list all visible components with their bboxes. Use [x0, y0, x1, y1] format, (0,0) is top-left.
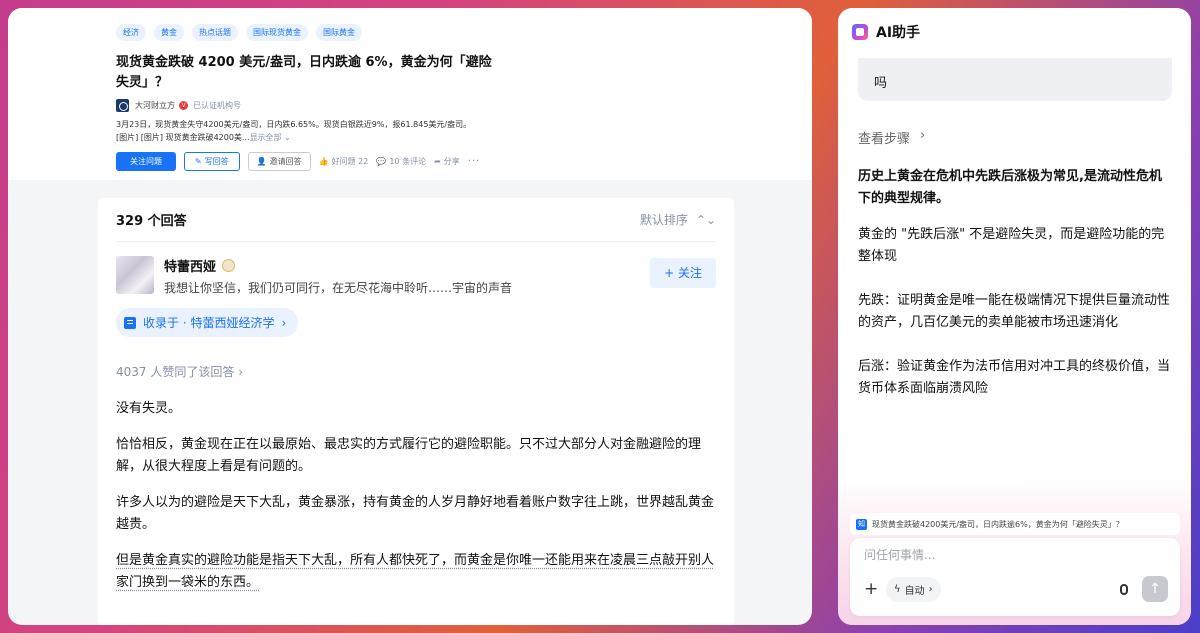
chevron-right-icon: ›	[281, 315, 287, 330]
invite-answer-button[interactable]: 👤 邀请回答	[247, 152, 311, 171]
excerpt-line-1: 3月23日，现货黄金失守4200美元/盎司，日内跌6.65%。现货白银跌近9%，…	[116, 120, 472, 129]
sort-dropdown[interactable]: 默认排序 ⌃⌄	[640, 211, 716, 228]
good-question-label: 好问题 22	[331, 157, 369, 166]
answer-count: 329 个回答	[116, 214, 187, 229]
author-bio: 我想让你坚信，我们仍可同行，在无尽花海中聆听……宇宙的声音	[164, 281, 513, 295]
sort-label: 默认排序	[639, 213, 688, 227]
answer-paragraph: 没有失灵。	[116, 401, 182, 416]
plus-icon[interactable]: +	[864, 580, 878, 598]
source-row: 大河财立方 V 已认证机构号	[116, 99, 702, 112]
show-all-link[interactable]: 显示全部	[250, 133, 282, 142]
reference-text: 现货黄金跌破4200美元/盎司，日内跌逾6%，黄金为何「避险失灵」？	[872, 519, 1124, 529]
author-badge-icon	[222, 259, 236, 272]
good-question-button[interactable]: 👍 好问题 22	[319, 156, 369, 167]
comments-label: 10 条评论	[389, 157, 427, 166]
ai-paragraph: 先跌：证明黄金是唯一能在极端情况下提供巨量流动性的资产，几百亿美元的卖单能被市场…	[858, 293, 1171, 330]
chevron-down-icon[interactable]: ⌄	[282, 133, 291, 142]
verified-badge-icon: V	[179, 101, 188, 110]
follow-question-button[interactable]: 关注问题	[116, 152, 176, 171]
chevron-right-icon: ›	[920, 128, 926, 143]
view-steps-button[interactable]: 查看步骤 ›	[858, 128, 925, 147]
excerpt-line-2-text: [图片] [图片] 现货黄金跌破4200美...	[116, 133, 250, 142]
answer-body: 没有失灵。 恰恰相反，黄金现在正在以最原始、最忠实的方式履行它的避险职能。只不过…	[116, 398, 716, 594]
lightning-icon: ϟ	[894, 584, 901, 595]
user-plus-icon: 👤	[256, 157, 267, 166]
write-answer-label: 写回答	[204, 157, 229, 166]
mode-label: 自动	[904, 586, 925, 597]
source-note: 已认证机构号	[193, 101, 241, 110]
send-icon[interactable]: ↑	[1142, 576, 1168, 602]
invite-answer-label: 邀请回答	[269, 157, 302, 166]
topic-tags: 经济 黄金 热点话题 国际现货黄金 国际黄金	[116, 24, 702, 41]
ai-assistant-icon	[852, 24, 868, 40]
author-name[interactable]: 特蕾西娅	[164, 256, 216, 275]
source-logo-icon	[116, 99, 129, 112]
ai-title: AI助手	[876, 25, 921, 41]
ai-response: 历史上黄金在危机中先跌后涨极为常见,是流动性危机下的典型规律。 黄金的 "先跌后…	[858, 166, 1174, 420]
mic-icon[interactable]	[1120, 584, 1128, 595]
comment-icon: 💬	[376, 157, 387, 166]
share-label: 分享	[443, 157, 460, 166]
main-panel: 经济 黄金 热点话题 国际现货黄金 国际黄金 现货黄金跌破 4200 美元/盎司…	[8, 8, 812, 625]
tag-gold[interactable]: 黄金	[154, 24, 184, 41]
question-excerpt: 3月23日，现货黄金失守4200美元/盎司，日内跌6.65%。现货白银跌近9%，…	[116, 118, 702, 144]
ai-input-box: + ϟ 自动 › ↑	[850, 538, 1180, 616]
follow-author-button[interactable]: + 关注	[650, 258, 716, 288]
user-message-text: 吗	[874, 76, 888, 91]
view-steps-label: 查看步骤	[858, 132, 911, 147]
votes-label: 4037 人赞同了该回答	[116, 365, 235, 379]
votes-chevron-icon: ›	[238, 365, 243, 379]
zhihu-icon: 知	[856, 518, 867, 530]
collection-label: 收录于 · 特蕾西娅经济学	[143, 316, 275, 330]
share-icon: ➦	[434, 157, 441, 166]
answer-paragraph: 但是黄金真实的避险功能是指天下大乱，所有人都快死了，而黄金是你唯一还能用来在凌晨…	[116, 553, 715, 590]
author-name-row: 特蕾西娅	[164, 256, 512, 275]
ai-conclusion: 历史上黄金在危机中先跌后涨极为常见,是流动性危机下的典型规律。	[858, 169, 1162, 206]
votes-link[interactable]: 4037 人赞同了该回答 ›	[116, 363, 716, 380]
question-actions: 关注问题 ✎ 写回答 👤 邀请回答 👍 好问题 22 💬 10 条评论 ➦ 分享	[116, 152, 702, 171]
answers-card: 329 个回答 默认排序 ⌃⌄ 特蕾西娅 我想让你坚信，我们仍可同行，在无尽花海…	[98, 198, 734, 625]
sort-chevron-icon: ⌃⌄	[695, 212, 716, 227]
ai-paragraph: 黄金的 "先跌后涨" 不是避险失灵，而是避险功能的完整体现	[858, 227, 1165, 264]
author-info: 特蕾西娅 我想让你坚信，我们仍可同行，在无尽花海中聆听……宇宙的声音	[164, 256, 512, 296]
source-name[interactable]: 大河财立方	[135, 100, 175, 111]
reference-chip[interactable]: 知 现货黄金跌破4200美元/盎司，日内跌逾6%，黄金为何「避险失灵」？	[850, 513, 1180, 535]
share-button[interactable]: ➦ 分享	[434, 156, 460, 167]
question-title[interactable]: 现货黄金跌破 4200 美元/盎司，日内跌逾 6%，黄金为何「避险失灵」？	[116, 53, 496, 93]
ai-paragraph: 后涨：验证黄金作为法币信用对冲工具的终极价值，当货币体系面临崩溃风险	[858, 359, 1171, 396]
ai-assistant-panel: AI助手 吗 查看步骤 › 历史上黄金在危机中先跌后涨极为常见,是流动性危机下的…	[838, 8, 1191, 625]
ai-header: AI助手	[838, 8, 1191, 56]
tag-hot-topic[interactable]: 热点话题	[192, 24, 238, 41]
collection-link[interactable]: 收录于 · 特蕾西娅经济学 ›	[116, 308, 299, 337]
author-row: 特蕾西娅 我想让你坚信，我们仍可同行，在无尽花海中聆听……宇宙的声音 + 关注	[116, 256, 716, 296]
answer-paragraph: 恰恰相反，黄金现在正在以最原始、最忠实的方式履行它的避险职能。只不过大部分人对金…	[116, 437, 702, 474]
collection-icon	[124, 316, 136, 329]
pencil-icon: ✎	[195, 157, 202, 166]
answer-paragraph: 许多人以为的避险是天下大乱，黄金暴涨，持有黄金的人岁月静好地看着账户数字往上跳，…	[116, 495, 715, 532]
tag-spot-gold[interactable]: 国际现货黄金	[246, 24, 308, 41]
question-card: 经济 黄金 热点话题 国际现货黄金 国际黄金 现货黄金跌破 4200 美元/盎司…	[8, 8, 812, 180]
write-answer-button[interactable]: ✎ 写回答	[184, 152, 240, 171]
mode-selector[interactable]: ϟ 自动 ›	[886, 577, 941, 602]
answers-header: 329 个回答 默认排序 ⌃⌄	[116, 198, 716, 242]
mode-chevron-icon: ›	[928, 584, 933, 595]
thumb-up-icon: 👍	[318, 157, 329, 166]
excerpt-line-2: [图片] [图片] 现货黄金跌破4200美...显示全部 ⌄	[116, 131, 702, 144]
ai-question-input[interactable]	[864, 548, 1164, 562]
avatar[interactable]	[116, 256, 154, 294]
tag-intl-gold[interactable]: 国际黄金	[316, 24, 362, 41]
more-options-button[interactable]: ···	[468, 156, 481, 167]
comments-button[interactable]: 💬 10 条评论	[376, 156, 426, 167]
user-message-bubble: 吗	[858, 58, 1172, 101]
tag-economy[interactable]: 经济	[116, 24, 146, 41]
